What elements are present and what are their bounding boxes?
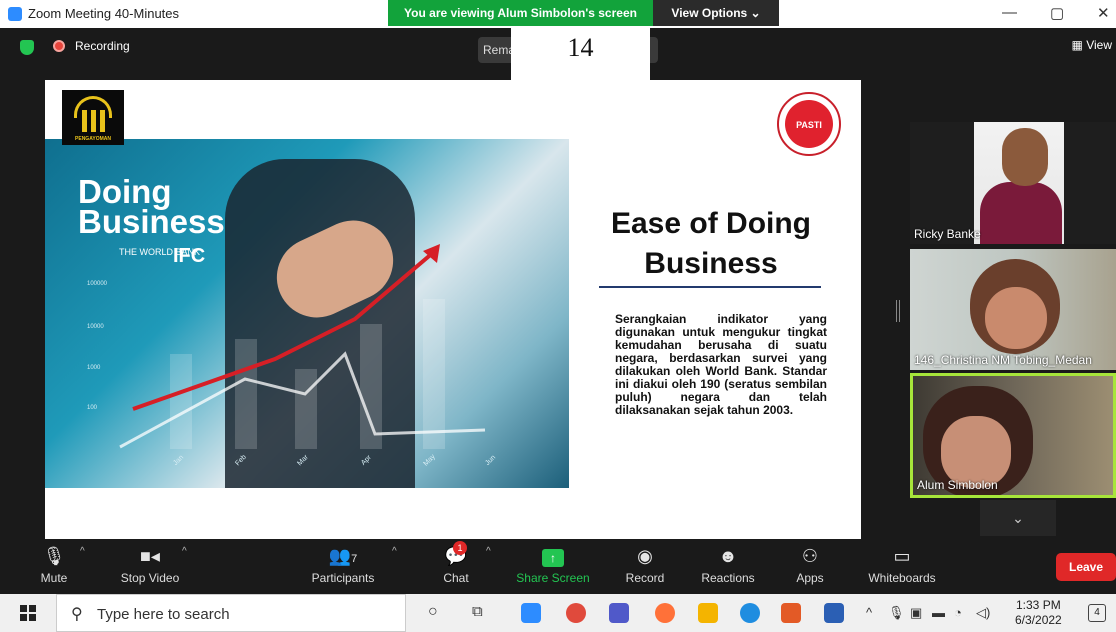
teams-taskbar-icon[interactable] [609, 603, 629, 623]
restore-button[interactable]: ▢ [1050, 4, 1064, 22]
shield-icon[interactable] [20, 40, 34, 55]
participants-count: 7 [351, 553, 358, 565]
microphone-tray-icon[interactable]: 🎙 [888, 605, 905, 621]
y-tick-label: 100000 [87, 281, 108, 287]
participant-tile[interactable]: Ricky Banke [910, 122, 1116, 244]
volume-icon[interactable]: ◁) [976, 605, 990, 621]
task-view-icon[interactable]: ⧉ [472, 603, 483, 620]
meeting-toolbar: 🎙 Mute ^ ■◂ Stop Video ^ 👥7 Participants… [0, 541, 1116, 594]
file-explorer-taskbar-icon[interactable] [698, 603, 718, 623]
zoom-app-icon [8, 7, 22, 21]
recording-label[interactable]: Recording [75, 39, 130, 53]
chrome-taskbar-icon[interactable] [566, 603, 586, 623]
clock-date: 6/3/2022 [1015, 613, 1062, 627]
mute-button[interactable]: 🎙 Mute [32, 541, 76, 594]
chat-options-caret[interactable]: ^ [486, 546, 491, 557]
doing-business-wordmark: Doing Business [78, 173, 225, 240]
leave-button[interactable]: Leave [1056, 553, 1116, 581]
participant-name: 146_Christina NM Tobing_Medan [914, 353, 1092, 367]
reactions-button[interactable]: ☻ Reactions [698, 541, 758, 594]
page-number: 14 [511, 28, 650, 80]
doing-business-photo: Doing Business THE WORLD BANK IFC 100000… [45, 139, 569, 488]
notification-center-icon[interactable]: 4 [1088, 604, 1106, 622]
y-tick-label: 1000 [87, 365, 101, 371]
taskbar-search[interactable]: ⚲ Type here to search [56, 594, 406, 632]
video-options-caret[interactable]: ^ [182, 546, 187, 557]
slide-title: Ease of Doing Business [610, 207, 812, 280]
participant-name: Ricky Banke [914, 227, 981, 241]
powerpoint-taskbar-icon[interactable] [781, 603, 801, 623]
stop-video-button[interactable]: ■◂ Stop Video [112, 541, 188, 594]
share-screen-icon: ↑ [542, 549, 564, 567]
participant-name: Alum Simbolon [917, 478, 998, 492]
shared-slide: Doing Business THE WORLD BANK IFC 100000… [45, 80, 861, 539]
microphone-icon: 🎙 [42, 546, 66, 566]
clock-time: 1:33 PM [1016, 598, 1061, 612]
share-screen-button[interactable]: ↑ Share Screen [512, 541, 594, 594]
pasti-logo: PASTI [777, 92, 841, 156]
whiteboards-button[interactable]: ▭ Whiteboards [864, 541, 940, 594]
slide-body-text: Serangkaian indikator yang digunakan unt… [615, 312, 827, 417]
taskbar-clock[interactable]: 1:33 PM 6/3/2022 [1015, 598, 1062, 628]
active-speaker-tile[interactable]: Alum Simbolon [910, 373, 1116, 498]
title-bar: Zoom Meeting 40-Minutes You are viewing … [0, 0, 1116, 28]
apps-icon: ⚇ [801, 546, 819, 566]
viewing-screen-banner: You are viewing Alum Simbolon's screen [388, 0, 653, 26]
participants-button[interactable]: 👥7 Participants [306, 541, 380, 594]
windows-taskbar: ⚲ Type here to search ○ ⧉ ^ 🎙 ▣ ▬ ◔ ◁) 1… [0, 594, 1116, 632]
close-button[interactable]: ✕ [1097, 4, 1110, 22]
record-icon: ◉ [637, 546, 653, 566]
display-tray-icon[interactable]: ▣ [910, 605, 922, 621]
title-underline [599, 286, 821, 288]
whiteboard-icon: ▭ [893, 546, 911, 566]
window-title: Zoom Meeting 40-Minutes [28, 6, 180, 21]
panel-resize-handle[interactable] [896, 300, 900, 322]
chat-unread-badge: 1 [453, 541, 467, 555]
battery-icon[interactable]: ▬ [932, 605, 945, 620]
participants-options-caret[interactable]: ^ [392, 546, 397, 557]
zoom-taskbar-icon[interactable] [521, 603, 541, 623]
view-button[interactable]: ▦ View [1072, 38, 1112, 52]
windows-start-icon[interactable] [20, 605, 36, 621]
chevron-up-icon[interactable]: ^ [866, 605, 872, 620]
search-icon: ⚲ [71, 606, 83, 623]
ifc-logo: IFC [173, 245, 206, 267]
word-taskbar-icon[interactable] [824, 603, 844, 623]
search-placeholder: Type here to search [97, 606, 230, 623]
participants-icon: 👥7 [328, 546, 358, 566]
firefox-taskbar-icon[interactable] [655, 603, 675, 623]
y-tick-label: 100 [87, 405, 98, 411]
audio-options-caret[interactable]: ^ [80, 546, 85, 557]
recording-icon [53, 40, 65, 52]
pengayoman-logo: PENGAYOMAN [62, 90, 124, 145]
view-options-button[interactable]: View Options ⌄ [653, 0, 779, 26]
participant-tile[interactable]: 146_Christina NM Tobing_Medan [910, 249, 1116, 370]
record-button[interactable]: ◉ Record [620, 541, 670, 594]
apps-button[interactable]: ⚇ Apps [790, 541, 830, 594]
minimize-button[interactable]: — [1002, 4, 1017, 21]
reactions-icon: ☻ [718, 546, 738, 566]
video-camera-icon: ■◂ [140, 546, 160, 566]
wifi-icon[interactable]: ◔ [954, 605, 962, 620]
cortana-icon[interactable]: ○ [428, 603, 438, 621]
y-tick-label: 10000 [87, 324, 104, 330]
chat-button[interactable]: 💬 1 Chat [436, 541, 476, 594]
edge-taskbar-icon[interactable] [740, 603, 760, 623]
scroll-down-button[interactable]: ⌄ [980, 500, 1056, 536]
